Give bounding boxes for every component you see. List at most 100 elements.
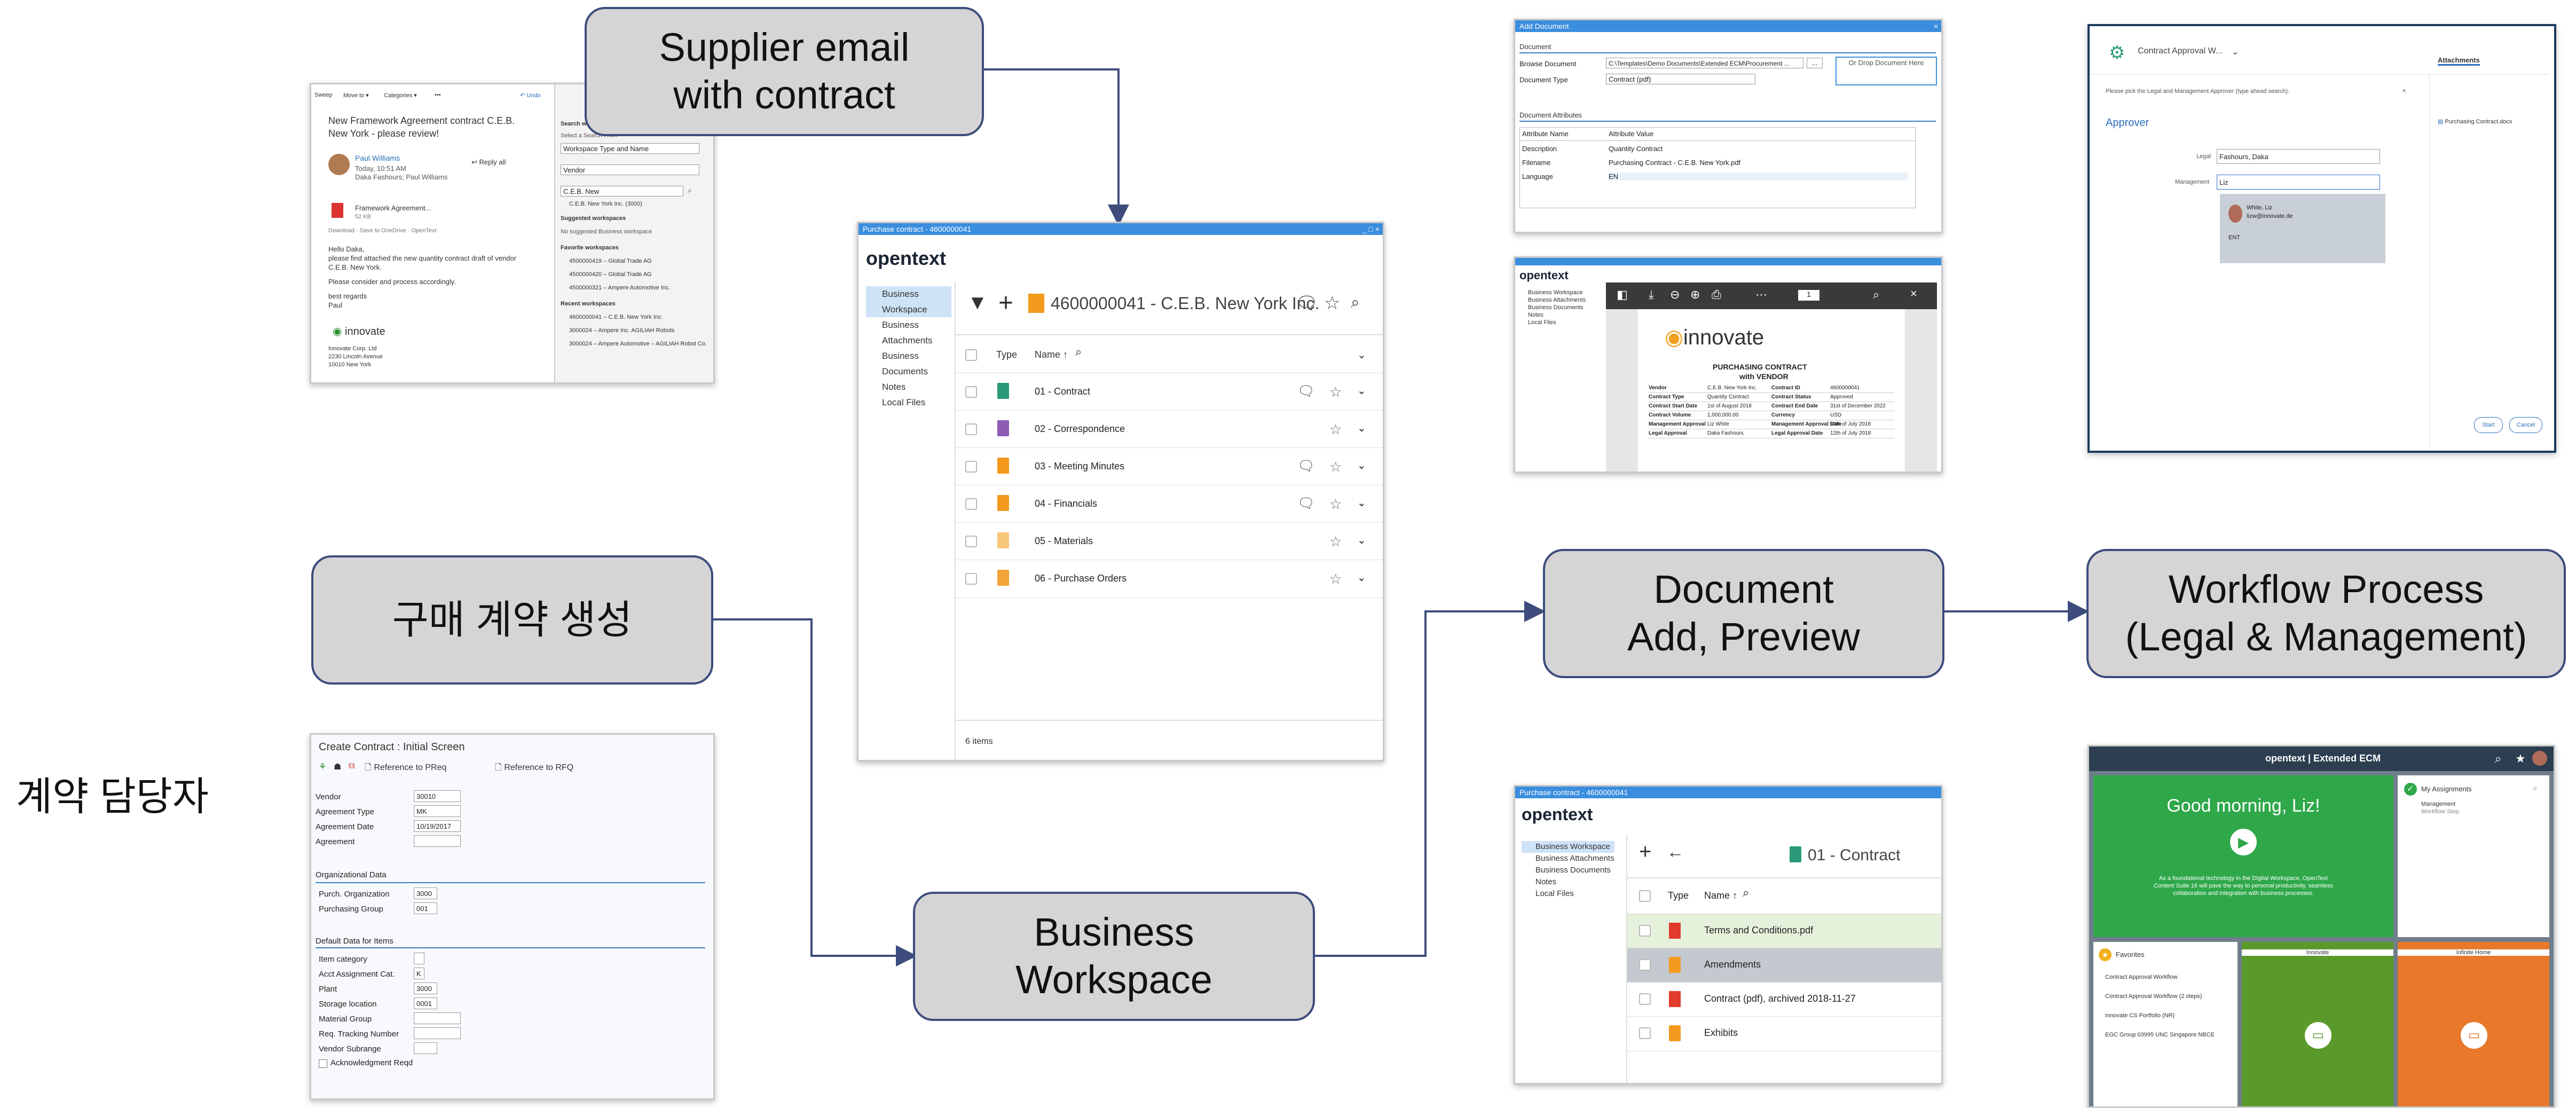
- move-to-button[interactable]: Move to ▾: [343, 92, 369, 99]
- list-item[interactable]: Amendments: [1627, 948, 1941, 983]
- ref-rfq-button[interactable]: 🗋 Reference to RFQ: [495, 761, 573, 776]
- storage-location-input[interactable]: 0001: [414, 997, 437, 1009]
- hat-icon[interactable]: ☗: [334, 761, 341, 772]
- workspace-type-select[interactable]: Workspace Type and Name: [561, 143, 699, 154]
- more-button[interactable]: •••: [435, 92, 441, 98]
- filter-icon[interactable]: ▼: [967, 292, 988, 315]
- chevron-down-icon[interactable]: ⌄: [1357, 384, 1366, 397]
- purch-org-input[interactable]: 3000: [414, 887, 437, 899]
- chevron-down-icon[interactable]: ⌄: [1357, 459, 1366, 472]
- comment-icon[interactable]: 🗨: [1295, 293, 1318, 314]
- tree-item-local-files[interactable]: Local Files: [1522, 888, 1614, 900]
- tree-item-local-files[interactable]: Local Files: [866, 395, 951, 410]
- agreement-date-input[interactable]: 10/19/2017: [414, 820, 461, 832]
- back-arrow-icon[interactable]: ←: [1667, 842, 1684, 862]
- play-video-icon[interactable]: ▶: [2230, 829, 2257, 855]
- avatar[interactable]: [2532, 751, 2547, 766]
- favorite-star-icon[interactable]: ☆: [1329, 571, 1342, 587]
- search-result-item[interactable]: C.E.B. New York Inc. (3000): [569, 201, 642, 207]
- tree-icon[interactable]: ⚘: [319, 761, 326, 772]
- add-icon[interactable]: +: [1639, 840, 1651, 864]
- tree-item-documents[interactable]: Business Documents: [866, 348, 951, 379]
- tree-item-attachments[interactable]: Business Attachments: [1521, 296, 1586, 304]
- col-search-icon[interactable]: ⌕: [1075, 345, 1082, 359]
- select-all-checkbox[interactable]: [1639, 890, 1651, 902]
- item-category-input[interactable]: [414, 953, 424, 964]
- favorites-title[interactable]: Favorites: [2116, 950, 2144, 958]
- list-item[interactable]: 03 - Meeting Minutes 🗨 ☆ ⌄: [956, 447, 1383, 485]
- chevron-down-icon[interactable]: ⌄: [1357, 533, 1366, 547]
- start-button[interactable]: Start: [2474, 417, 2503, 433]
- doc-type-select[interactable]: Contract (pdf): [1606, 74, 1755, 84]
- item-name[interactable]: Contract (pdf), archived 2018-11-27: [1704, 993, 1856, 1004]
- user-suggestion[interactable]: White, Liz lizw@innovate.de ENT: [2220, 194, 2385, 263]
- list-item[interactable]: Contract (pdf), archived 2018-11-27: [1627, 982, 1941, 1017]
- agreement-input[interactable]: [414, 835, 461, 847]
- zoom-in-icon[interactable]: ⊕: [1690, 288, 1700, 302]
- acct-assignment-input[interactable]: K: [414, 968, 424, 979]
- tree-item-notes[interactable]: Notes: [1521, 311, 1586, 319]
- row-checkbox[interactable]: [965, 573, 977, 585]
- item-name[interactable]: Amendments: [1704, 959, 1761, 970]
- item-name[interactable]: Exhibits: [1704, 1027, 1738, 1039]
- col-name-header[interactable]: Name ↑: [1035, 349, 1068, 360]
- row-checkbox[interactable]: [1639, 925, 1651, 937]
- item-name[interactable]: Terms and Conditions.pdf: [1704, 925, 1813, 936]
- attachment-actions[interactable]: Download · Save to OneDrive · OpenText: [328, 227, 436, 234]
- browse-path-input[interactable]: C:\Templates\Demo Documents\Extended ECM…: [1606, 58, 1803, 68]
- chevron-down-icon[interactable]: ⌄: [1357, 496, 1366, 509]
- tree-item-local-files[interactable]: Local Files: [1521, 319, 1586, 326]
- search-icon[interactable]: ⌕: [1873, 288, 1879, 302]
- tree-item-business-workspace[interactable]: Business Workspace: [1522, 841, 1614, 853]
- item-name[interactable]: 05 - Materials: [1035, 536, 1093, 547]
- tree-item-attachments[interactable]: Business Attachments: [866, 317, 951, 348]
- attr-value[interactable]: Quantity Contract: [1609, 145, 1663, 153]
- copy-icon[interactable]: ⧉: [349, 761, 355, 771]
- list-item[interactable]: 05 - Materials ☆ ⌄: [956, 522, 1383, 560]
- favorite-item[interactable]: Innovate CS Portfolio (NR): [2105, 1012, 2175, 1019]
- col-search-icon[interactable]: ⌕: [1743, 886, 1749, 900]
- search-icon[interactable]: ⌕: [2533, 784, 2537, 792]
- recent-workspace-item[interactable]: 3000024 – Ampere Automotive – AGILIAH Ro…: [569, 341, 707, 347]
- assignment-item[interactable]: Management: [2421, 801, 2455, 807]
- favorite-icon[interactable]: ☆: [1324, 293, 1340, 314]
- workspace-title[interactable]: 4600000041 - C.E.B. New York Inc.: [1051, 294, 1319, 313]
- attachment-item[interactable]: ▤ Purchasing Contract.docx: [2438, 118, 2545, 125]
- chevron-down-icon[interactable]: ⌄: [1357, 348, 1366, 362]
- favorite-star-icon[interactable]: ☆: [1329, 384, 1342, 400]
- item-name[interactable]: 01 - Contract: [1035, 386, 1090, 397]
- browse-button[interactable]: ...: [1807, 58, 1823, 68]
- assignments-title[interactable]: My Assignments: [2421, 785, 2472, 793]
- infinite-home-tile[interactable]: Infinite Home ▭: [2398, 942, 2549, 1106]
- list-item[interactable]: Exhibits: [1627, 1016, 1941, 1051]
- ref-preq-button[interactable]: 🗋 Reference to PReq: [365, 761, 446, 776]
- favorite-item[interactable]: EGC Group 03995 UNC Singapore NBCE: [2105, 1032, 2215, 1038]
- collapse-icon[interactable]: ˄: [2402, 88, 2406, 95]
- download-icon[interactable]: ⤓: [1649, 288, 1654, 302]
- material-group-input[interactable]: [414, 1012, 461, 1024]
- drop-zone[interactable]: Or Drop Document Here: [1836, 57, 1937, 85]
- favorite-workspace-item[interactable]: 4500000419 – Global Trade AG: [569, 258, 652, 264]
- attr-value[interactable]: Purchasing Contract - C.E.B. New York.pd…: [1609, 159, 1740, 167]
- row-checkbox[interactable]: [965, 386, 977, 398]
- tree-item-business-workspace[interactable]: Business Workspace: [866, 286, 951, 317]
- close-icon[interactable]: ×: [1934, 20, 1938, 32]
- sender-name[interactable]: Paul Williams: [355, 154, 400, 162]
- legal-approver-input[interactable]: Fashours, Daka: [2217, 149, 2380, 164]
- tree-item-documents[interactable]: Business Documents: [1521, 304, 1586, 311]
- list-item[interactable]: Terms and Conditions.pdf: [1627, 914, 1941, 948]
- chevron-down-icon[interactable]: ⌄: [1357, 421, 1366, 435]
- tree-item-business-workspace[interactable]: Business Workspace: [1521, 289, 1586, 296]
- search-icon[interactable]: ⌕: [1351, 294, 1360, 312]
- innovate-tile[interactable]: Innovate ▭: [2242, 942, 2393, 1106]
- row-checkbox[interactable]: [1639, 993, 1651, 1005]
- agreement-type-input[interactable]: MK: [414, 805, 461, 817]
- row-checkbox[interactable]: [965, 461, 977, 473]
- favorite-workspace-item[interactable]: 4500000420 – Global Trade AG: [569, 271, 652, 278]
- close-icon[interactable]: ×: [1910, 287, 1917, 301]
- select-all-checkbox[interactable]: [965, 349, 977, 361]
- favorite-star-icon[interactable]: ☆: [1329, 459, 1342, 475]
- tree-item-attachments[interactable]: Business Attachments: [1522, 853, 1614, 865]
- favorite-star-icon[interactable]: ☆: [1329, 533, 1342, 550]
- row-checkbox[interactable]: [965, 498, 977, 510]
